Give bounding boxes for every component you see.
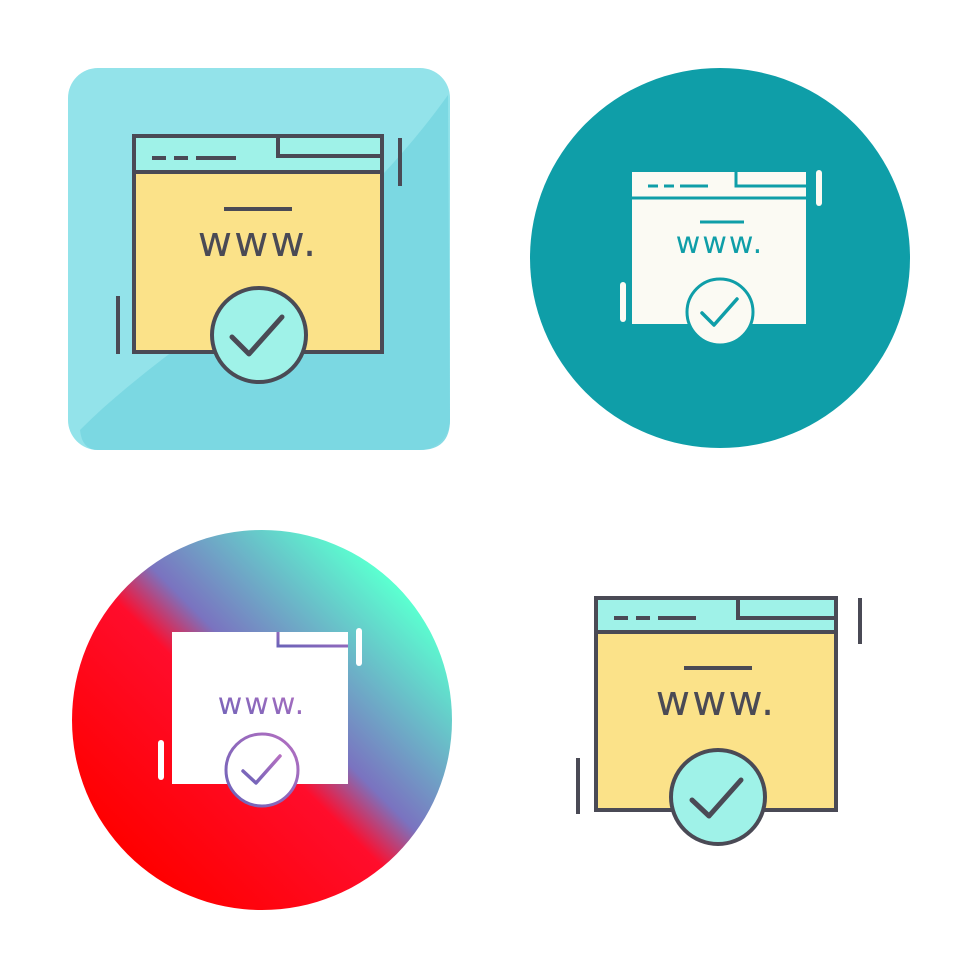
website-verified-icon-gradient: www.	[0, 490, 490, 980]
website-verified-gradient-svg: www.	[72, 530, 452, 910]
website-verified-plain-svg: www.	[576, 596, 862, 846]
www-label: www.	[676, 226, 764, 261]
check-circle-icon	[210, 286, 308, 384]
website-verified-icon-square: www.	[0, 0, 490, 490]
www-label: www.	[218, 687, 306, 722]
website-verified-square-svg: www.	[68, 68, 450, 450]
www-label: www.	[198, 217, 319, 266]
www-label: www.	[656, 676, 777, 725]
check-circle-icon	[224, 732, 300, 808]
check-circle-icon	[685, 277, 755, 347]
website-verified-icon-plain: www.	[490, 490, 980, 980]
check-circle-icon	[669, 748, 767, 846]
website-verified-icon-circle: www.	[490, 0, 980, 490]
website-verified-circle-svg: www.	[530, 68, 910, 448]
